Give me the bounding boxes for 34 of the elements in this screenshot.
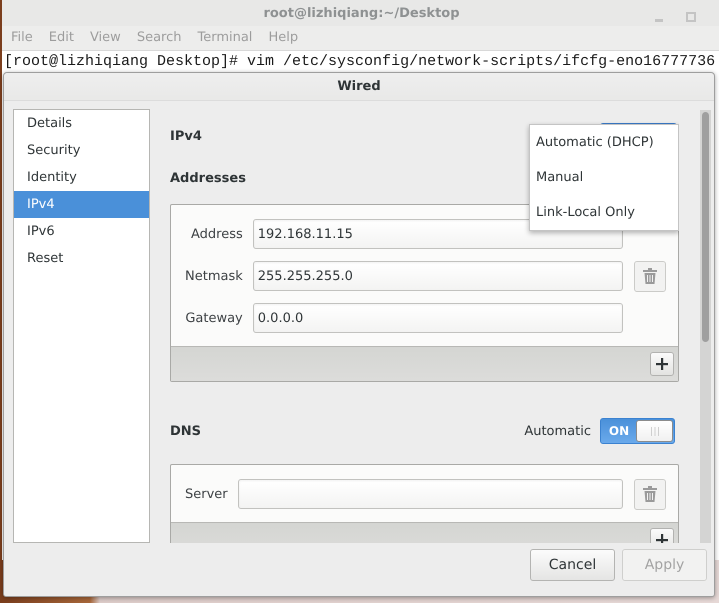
sidebar-item[interactable]: Reset — [14, 245, 149, 272]
terminal-line: [root@lizhiqiang Desktop]# vim /etc/sysconfig/network-scripts/ifcfg-eno16777736 — [4, 52, 716, 72]
sidebar-item[interactable]: IPv6 — [14, 218, 149, 245]
menu-item[interactable]: Manual — [530, 160, 678, 194]
field-label: Netmask — [185, 268, 243, 284]
delete-button[interactable] — [634, 478, 666, 510]
dialog-title: Wired — [337, 79, 381, 94]
section-heading: IPv4 — [170, 128, 202, 144]
field-label: Address — [190, 226, 243, 242]
sidebar-item[interactable]: Security — [14, 137, 149, 164]
text-field[interactable]: 192.168.11.15 — [252, 219, 623, 249]
trash-icon — [643, 268, 657, 284]
scrollbar[interactable] — [700, 110, 711, 543]
sidebar-item[interactable]: Identity — [14, 164, 149, 191]
menu-item[interactable]: Automatic (DHCP) — [530, 124, 678, 160]
field-label: Server — [185, 486, 228, 502]
section-heading: Addresses — [170, 171, 246, 186]
text-field[interactable]: 255.255.255.0 — [252, 261, 623, 291]
text-field[interactable]: 0.0.0.0 — [252, 303, 623, 333]
switch-knob[interactable] — [636, 420, 673, 442]
dialog-button[interactable]: Cancel — [530, 549, 615, 581]
delete-button[interactable] — [634, 260, 666, 292]
text-field[interactable] — [238, 479, 623, 509]
switch-label: Automatic — [524, 424, 591, 438]
window-title: root@lizhiqiang:~/Desktop — [263, 6, 460, 20]
maximize-icon[interactable] — [686, 12, 696, 22]
trash-icon — [643, 486, 657, 502]
sidebar-item[interactable]: Details — [14, 110, 149, 137]
section-heading: DNS — [170, 424, 202, 438]
plus-icon — [656, 534, 668, 543]
scrollbar-thumb[interactable] — [702, 112, 709, 342]
add-button[interactable] — [650, 352, 674, 376]
plus-icon — [656, 358, 668, 370]
field-label: Gateway — [185, 310, 243, 326]
